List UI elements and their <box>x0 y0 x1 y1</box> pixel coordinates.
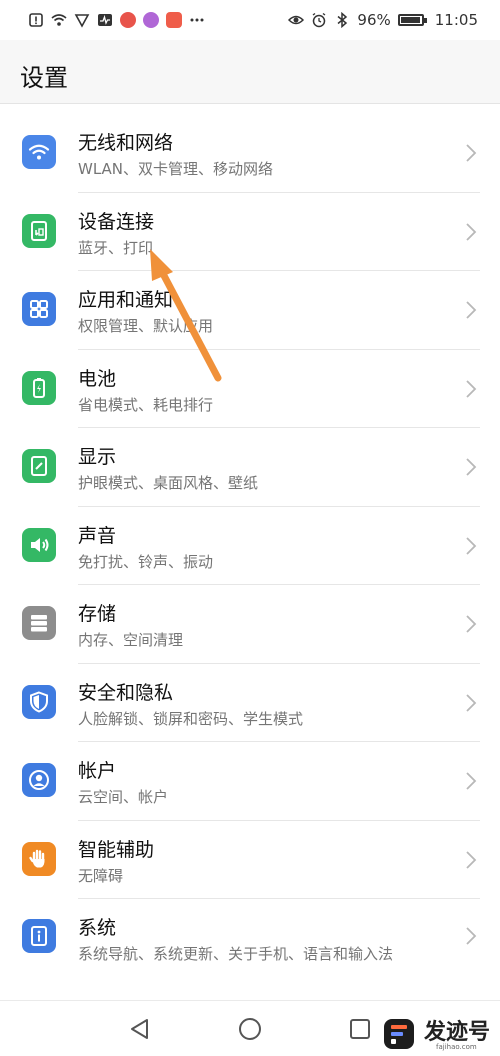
app-notification-icon <box>143 12 159 28</box>
app-notification-icon <box>120 12 136 28</box>
chevron-right-icon <box>466 536 477 555</box>
chevron-right-icon <box>466 458 477 476</box>
battery-indicator-icon <box>397 14 427 26</box>
chevron-right-icon <box>466 379 477 398</box>
settings-item-title: 电池 <box>78 367 117 390</box>
settings-item-title: 应用和通知 <box>78 289 174 311</box>
settings-item-subtitle: 免打扰、铃声、振动 <box>78 552 214 571</box>
settings-item-subtitle: 内存、空间清理 <box>78 631 184 649</box>
chevron-right-icon <box>466 301 477 319</box>
settings-item-subtitle: 系统导航、系统更新、关于手机、语言和输入法 <box>78 945 394 963</box>
activity-icon <box>98 14 112 26</box>
settings-item-subtitle: WLAN、双卡管理、移动网络 <box>78 160 274 178</box>
settings-item-subtitle: 无障碍 <box>78 866 124 885</box>
back-icon[interactable] <box>126 1015 154 1043</box>
chevron-right-icon <box>466 927 477 945</box>
wifi-icon <box>22 135 56 169</box>
battery-fill <box>400 17 420 23</box>
alarm-icon <box>313 12 326 28</box>
chevron-right-icon <box>466 850 477 869</box>
home-icon[interactable] <box>236 1015 264 1043</box>
settings-item-subtitle: 蓝牙、打印 <box>78 238 154 257</box>
app-notification-icon <box>166 12 182 28</box>
system-info-icon <box>22 919 56 953</box>
more-icon <box>190 18 204 22</box>
settings-item-device-connection[interactable]: 设备连接 蓝牙、打印 <box>0 193 500 271</box>
settings-item-subtitle: 省电模式、耗电排行 <box>78 395 214 414</box>
settings-item-title: 无线和网络 <box>78 132 174 154</box>
settings-item-title: 设备连接 <box>78 210 155 233</box>
eye-icon <box>288 15 305 25</box>
settings-item-wireless-network[interactable]: 无线和网络 WLAN、双卡管理、移动网络 <box>0 114 500 193</box>
shield-icon <box>22 684 56 719</box>
wifi-signal-icon <box>51 14 67 26</box>
settings-list: 无线和网络 WLAN、双卡管理、移动网络 设备连接 蓝牙、打印 应用和通知 权限… <box>0 114 500 999</box>
alert-icon <box>29 13 43 27</box>
status-icons-left <box>28 12 205 28</box>
settings-item-subtitle: 人脸解锁、锁屏和密码、学生模式 <box>78 709 304 728</box>
sound-icon <box>22 527 56 562</box>
bluetooth-icon <box>337 12 348 28</box>
settings-item-title: 智能辅助 <box>78 838 155 861</box>
battery-icon <box>22 370 56 405</box>
hand-icon <box>22 841 56 876</box>
settings-item-subtitle: 权限管理、默认应用 <box>78 317 214 335</box>
settings-item-title: 存储 <box>78 603 117 625</box>
chevron-right-icon <box>466 693 477 712</box>
settings-item-title: 帐户 <box>78 760 117 782</box>
chevron-right-icon <box>466 222 477 241</box>
settings-item-title: 显示 <box>78 446 117 468</box>
settings-item-sound[interactable]: 声音 免打扰、铃声、振动 <box>0 507 500 585</box>
display-icon <box>22 449 56 483</box>
status-bar: 96% 11:05 <box>0 0 500 40</box>
device-connection-icon <box>22 213 56 248</box>
location-icon <box>74 14 90 28</box>
status-icons-right: 96% 11:05 <box>288 11 478 29</box>
settings-item-security-privacy[interactable]: 安全和隐私 人脸解锁、锁屏和密码、学生模式 <box>0 664 500 742</box>
account-icon <box>22 763 56 797</box>
battery-percent: 96% <box>357 11 391 29</box>
settings-item-battery[interactable]: 电池 省电模式、耗电排行 <box>0 350 500 428</box>
watermark-text: 发迹号 <box>424 1020 491 1045</box>
page-title: 设置 <box>20 64 68 92</box>
settings-item-subtitle: 云空间、帐户 <box>78 788 169 806</box>
settings-item-account[interactable]: 帐户 云空间、帐户 <box>0 742 500 821</box>
header: 设置 <box>0 40 500 104</box>
chevron-right-icon <box>466 144 477 162</box>
settings-item-system[interactable]: 系统 系统导航、系统更新、关于手机、语言和输入法 <box>0 899 500 999</box>
settings-item-display[interactable]: 显示 护眼模式、桌面风格、壁纸 <box>0 428 500 507</box>
settings-item-smart-assistance[interactable]: 智能辅助 无障碍 <box>0 821 500 899</box>
settings-item-subtitle: 护眼模式、桌面风格、壁纸 <box>78 474 259 492</box>
storage-icon <box>22 606 56 640</box>
chevron-right-icon <box>466 615 477 633</box>
apps-grid-icon <box>22 292 56 326</box>
chevron-right-icon <box>466 772 477 790</box>
clock: 11:05 <box>434 11 478 29</box>
settings-item-title: 声音 <box>78 524 117 547</box>
settings-item-title: 系统 <box>78 917 117 939</box>
watermark-url: fajihao.com <box>436 1043 477 1051</box>
settings-item-storage[interactable]: 存储 内存、空间清理 <box>0 585 500 664</box>
settings-item-title: 安全和隐私 <box>78 681 174 704</box>
recents-icon[interactable] <box>346 1015 374 1043</box>
settings-item-apps-notifications[interactable]: 应用和通知 权限管理、默认应用 <box>0 271 500 350</box>
